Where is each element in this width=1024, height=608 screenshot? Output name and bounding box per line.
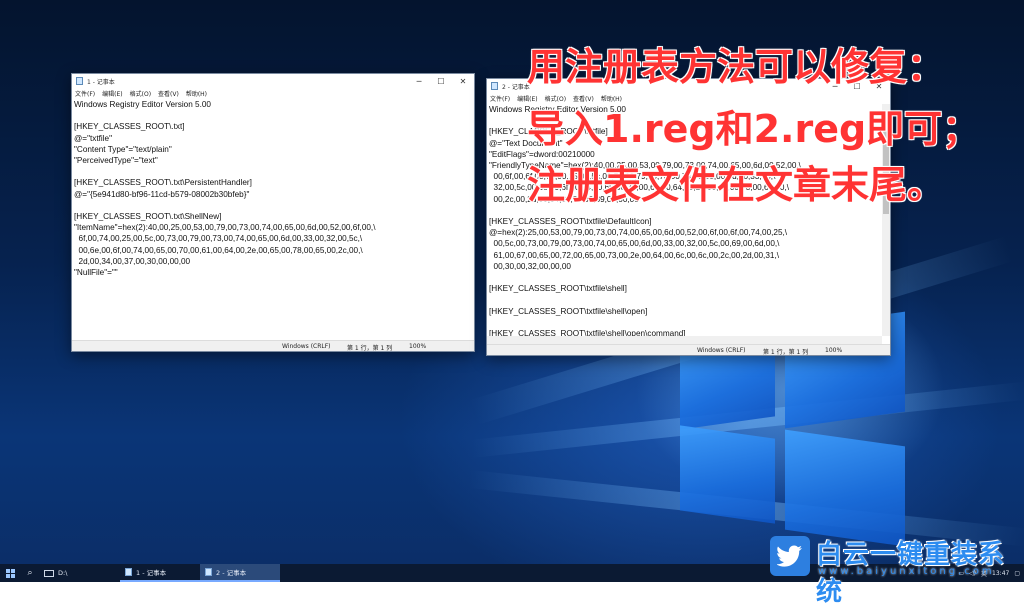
status-zoom: 100% <box>825 346 843 354</box>
overlay-line-1: 用注册表方法可以修复： <box>527 45 946 89</box>
notepad-icon <box>491 82 498 90</box>
bird-logo-icon <box>770 536 810 576</box>
text-editor[interactable]: Windows Registry Editor Version 5.00 [HK… <box>73 99 473 340</box>
notepad-icon <box>205 568 212 576</box>
overlay-line-3: 注册表文件在文章末尾。 <box>527 163 946 207</box>
windows-logo-pane <box>680 425 775 524</box>
start-button[interactable] <box>0 564 20 582</box>
watermark-url: www.baiyunxitong.com <box>818 566 995 577</box>
menu-bar: 文件(F) 编辑(E) 格式(O) 查看(V) 帮助(H) <box>72 88 474 98</box>
maximize-button[interactable]: ☐ <box>430 77 452 86</box>
status-encoding: Windows (CRLF) <box>282 342 331 350</box>
status-zoom: 100% <box>409 342 427 350</box>
title-bar[interactable]: 1 - 记事本 ─ ☐ ✕ <box>72 74 474 88</box>
status-bar: Windows (CRLF) 第 1 行，第 1 列 100% <box>487 344 890 356</box>
horizontal-scrollbar[interactable] <box>487 336 882 344</box>
taskbar-app2-label: 2 - 记事本 <box>216 569 247 577</box>
overlay-line-2: 导入1.reg和2.reg即可； <box>527 107 981 151</box>
taskbar-folder[interactable]: D:\ <box>40 564 120 582</box>
menu-edit[interactable]: 编辑(E) <box>102 89 122 98</box>
search-button[interactable]: ⌕ <box>20 564 40 582</box>
taskbar-folder-label: D:\ <box>58 569 68 577</box>
menu-file[interactable]: 文件(F) <box>490 94 510 103</box>
minimize-button[interactable]: ─ <box>408 77 430 86</box>
menu-view[interactable]: 查看(V) <box>158 89 179 98</box>
search-icon: ⌕ <box>27 568 33 578</box>
status-bar: Windows (CRLF) 第 1 行，第 1 列 100% <box>72 340 474 352</box>
taskbar-app1-label: 1 - 记事本 <box>136 569 167 577</box>
drive-icon <box>44 569 54 577</box>
windows-logo-pane <box>785 429 905 547</box>
twitter-bird-icon <box>777 545 802 567</box>
window-title: 1 - 记事本 <box>87 78 115 86</box>
menu-help[interactable]: 帮助(H) <box>186 89 207 98</box>
notepad-icon <box>76 77 83 85</box>
status-encoding: Windows (CRLF) <box>697 346 746 354</box>
status-position: 第 1 行，第 1 列 <box>347 344 393 352</box>
menu-format[interactable]: 格式(O) <box>130 89 151 98</box>
taskbar-notepad-1[interactable]: 1 - 记事本 <box>120 564 200 582</box>
windows-logo-icon <box>5 568 15 578</box>
menu-file[interactable]: 文件(F) <box>75 89 95 98</box>
notepad-icon <box>125 568 132 576</box>
taskbar-notepad-2[interactable]: 2 - 记事本 <box>200 564 280 582</box>
close-button[interactable]: ✕ <box>452 77 474 86</box>
watermark: 白云一键重装系统 www.baiyunxitong.com <box>768 536 1024 607</box>
notepad-window-1[interactable]: 1 - 记事本 ─ ☐ ✕ 文件(F) 编辑(E) 格式(O) 查看(V) 帮助… <box>71 73 475 352</box>
status-position: 第 1 行，第 1 列 <box>763 348 809 356</box>
